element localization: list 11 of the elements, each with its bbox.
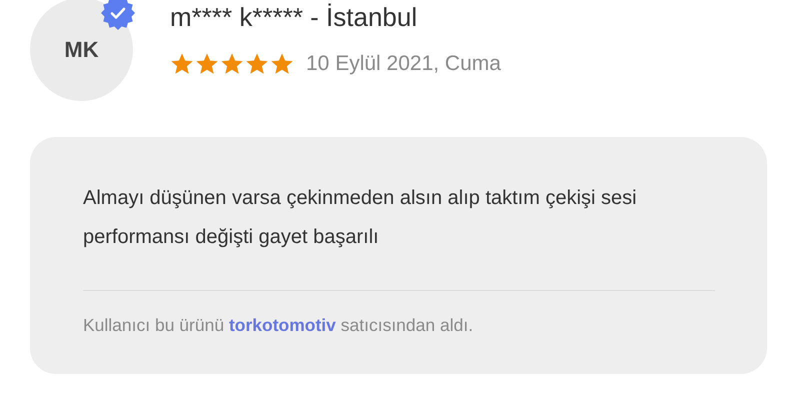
avatar: MK — [30, 0, 133, 101]
reviewer-name: m**** k***** - İstanbul — [170, 1, 418, 34]
star-icon — [245, 52, 269, 76]
seller-link[interactable]: torkotomotiv — [228, 315, 336, 335]
star-icon — [220, 52, 244, 76]
star-icon — [270, 52, 294, 76]
star-icon — [195, 52, 219, 76]
star-icon — [170, 52, 194, 76]
review-date: 10 Eylül 2021, Cuma — [306, 52, 501, 76]
review-text: Almayı düşünen varsa çekinmeden alsın alıp taktım çekişi sesi performansı değişti gayet başarılı — [83, 186, 638, 250]
purchase-note: Kullanıcı bu ürünü torkotomotiv satıcısından aldı. — [83, 315, 474, 336]
